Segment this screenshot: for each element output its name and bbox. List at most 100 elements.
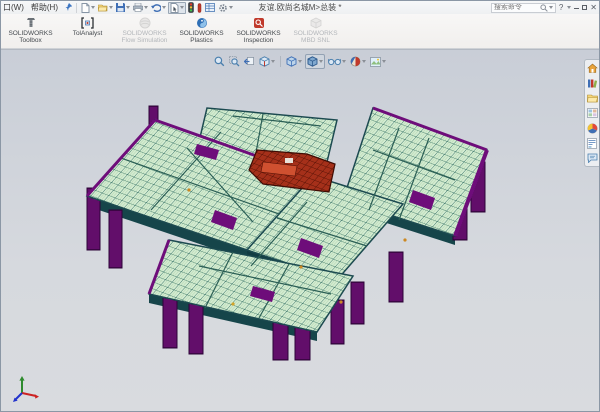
material-button[interactable]	[196, 2, 203, 14]
pin-menu-icon[interactable]	[65, 3, 73, 12]
addin-label: SOLIDWORKS Toolbox	[2, 30, 59, 45]
zoom-to-fit-icon	[214, 56, 225, 67]
addin-label: SOLIDWORKS Flow Simulation	[116, 30, 173, 45]
solidworks-resources-tab[interactable]	[586, 62, 598, 74]
addin-flow-simulation[interactable]: SOLIDWORKS Flow Simulation	[116, 15, 173, 48]
previous-view-icon	[244, 56, 255, 67]
section-view-button[interactable]	[258, 55, 276, 68]
select-cursor-icon	[170, 3, 179, 13]
display-style-button[interactable]	[305, 54, 325, 69]
open-button[interactable]	[97, 2, 114, 14]
dropdown-arrow-icon	[271, 60, 275, 63]
plastics-icon	[196, 16, 208, 29]
scene-icon	[370, 57, 381, 67]
edit-appearance-button[interactable]	[349, 55, 367, 68]
addin-mbd-snl[interactable]: SOLIDWORKS MBD SNL	[287, 15, 344, 48]
addin-plastics[interactable]: SOLIDWORKS Plastics	[173, 15, 230, 48]
print-button[interactable]	[132, 2, 149, 14]
task-pane-tabs	[584, 59, 599, 167]
solidworks-forum-tab[interactable]	[586, 152, 598, 164]
addin-tolanalyst[interactable]: TolAnalyst	[59, 15, 116, 48]
traffic-light-icon	[188, 2, 194, 13]
save-icon	[116, 3, 125, 12]
open-folder-icon	[98, 3, 108, 12]
dropdown-arrow-icon	[162, 6, 166, 9]
undo-button[interactable]	[150, 2, 167, 14]
select-button[interactable]	[168, 2, 186, 14]
home-icon	[587, 63, 598, 74]
dropdown-arrow-icon	[319, 60, 323, 63]
material-indicator-icon	[197, 3, 202, 13]
save-button[interactable]	[115, 2, 131, 14]
search-input[interactable]	[494, 4, 540, 11]
file-explorer-tab[interactable]	[586, 92, 598, 104]
title-bar: 口(W) 帮助(H)	[1, 1, 599, 14]
zoom-to-fit-button[interactable]	[213, 55, 226, 68]
zoom-to-area-icon	[229, 56, 240, 67]
inspection-icon	[253, 16, 265, 29]
previous-view-button[interactable]	[243, 55, 256, 68]
minimize-icon	[574, 8, 579, 9]
minimize-button[interactable]	[574, 3, 579, 12]
options-button[interactable]	[217, 2, 234, 14]
forum-bubble-icon	[587, 153, 598, 163]
dropdown-arrow-icon	[126, 6, 130, 9]
headsup-separator	[280, 56, 281, 67]
close-button[interactable]: ✕	[590, 3, 597, 13]
design-library-icon	[587, 78, 598, 89]
dropdown-arrow-icon	[180, 6, 184, 9]
help-dropdown-arrow-icon[interactable]	[567, 6, 571, 9]
restore-icon	[582, 5, 587, 10]
section-view-icon	[259, 56, 270, 67]
tolanalyst-icon	[81, 16, 94, 29]
display-style-icon	[307, 56, 318, 67]
menu-item-window[interactable]: 口(W)	[3, 2, 24, 13]
beach-ball-icon	[587, 123, 598, 134]
undo-icon	[151, 3, 161, 12]
help-button[interactable]: ?	[559, 3, 563, 13]
gear-icon	[218, 3, 228, 13]
addin-inspection[interactable]: SOLIDWORKS Inspection	[230, 15, 287, 48]
addin-label: SOLIDWORKS Inspection	[230, 30, 287, 45]
properties-grid-icon	[205, 3, 215, 12]
print-icon	[133, 3, 143, 12]
view-palette-tab[interactable]	[586, 107, 598, 119]
appearances-scenes-tab[interactable]	[586, 122, 598, 134]
graphics-viewport[interactable]	[1, 49, 599, 411]
view-orientation-cube-icon	[286, 56, 297, 67]
addin-label: TolAnalyst	[73, 30, 103, 37]
triad-axes	[13, 376, 39, 402]
mbd-snl-icon	[310, 16, 322, 29]
design-library-tab[interactable]	[586, 77, 598, 89]
custom-properties-tab[interactable]	[586, 137, 598, 149]
toolbox-bolt-icon	[25, 16, 37, 29]
search-box[interactable]	[491, 3, 556, 13]
addins-toolbar: SOLIDWORKS Toolbox TolAnalyst SOLIDWORKS…	[1, 14, 599, 49]
file-properties-button[interactable]	[204, 2, 216, 14]
solidworks-window: 口(W) 帮助(H)	[0, 0, 600, 412]
search-icon[interactable]	[540, 4, 548, 12]
glasses-icon	[328, 57, 341, 66]
rebuild-button[interactable]	[187, 2, 195, 14]
model-3d-assembly[interactable]	[1, 50, 599, 411]
apply-scene-button[interactable]	[369, 56, 387, 68]
dropdown-arrow-icon	[362, 60, 366, 63]
new-document-button[interactable]	[80, 2, 96, 14]
dropdown-arrow-icon	[109, 6, 113, 9]
view-orientation-button[interactable]	[285, 55, 303, 68]
menu-item-help[interactable]: 帮助(H)	[31, 2, 58, 13]
hide-show-items-button[interactable]	[327, 56, 347, 67]
addin-label: SOLIDWORKS Plastics	[173, 30, 230, 45]
menu-bar: 口(W) 帮助(H)	[1, 2, 73, 13]
addin-solidworks-toolbox[interactable]: SOLIDWORKS Toolbox	[2, 15, 59, 48]
dropdown-arrow-icon	[342, 60, 346, 63]
restore-button[interactable]	[582, 3, 587, 12]
dropdown-arrow-icon	[229, 6, 233, 9]
search-dropdown-arrow-icon[interactable]	[549, 6, 553, 9]
folder-icon	[587, 93, 598, 103]
zoom-to-area-button[interactable]	[228, 55, 241, 68]
dropdown-arrow-icon	[144, 6, 148, 9]
properties-form-icon	[587, 138, 597, 149]
headsup-view-toolbar	[213, 54, 387, 69]
quick-access-toolbar	[80, 2, 234, 14]
